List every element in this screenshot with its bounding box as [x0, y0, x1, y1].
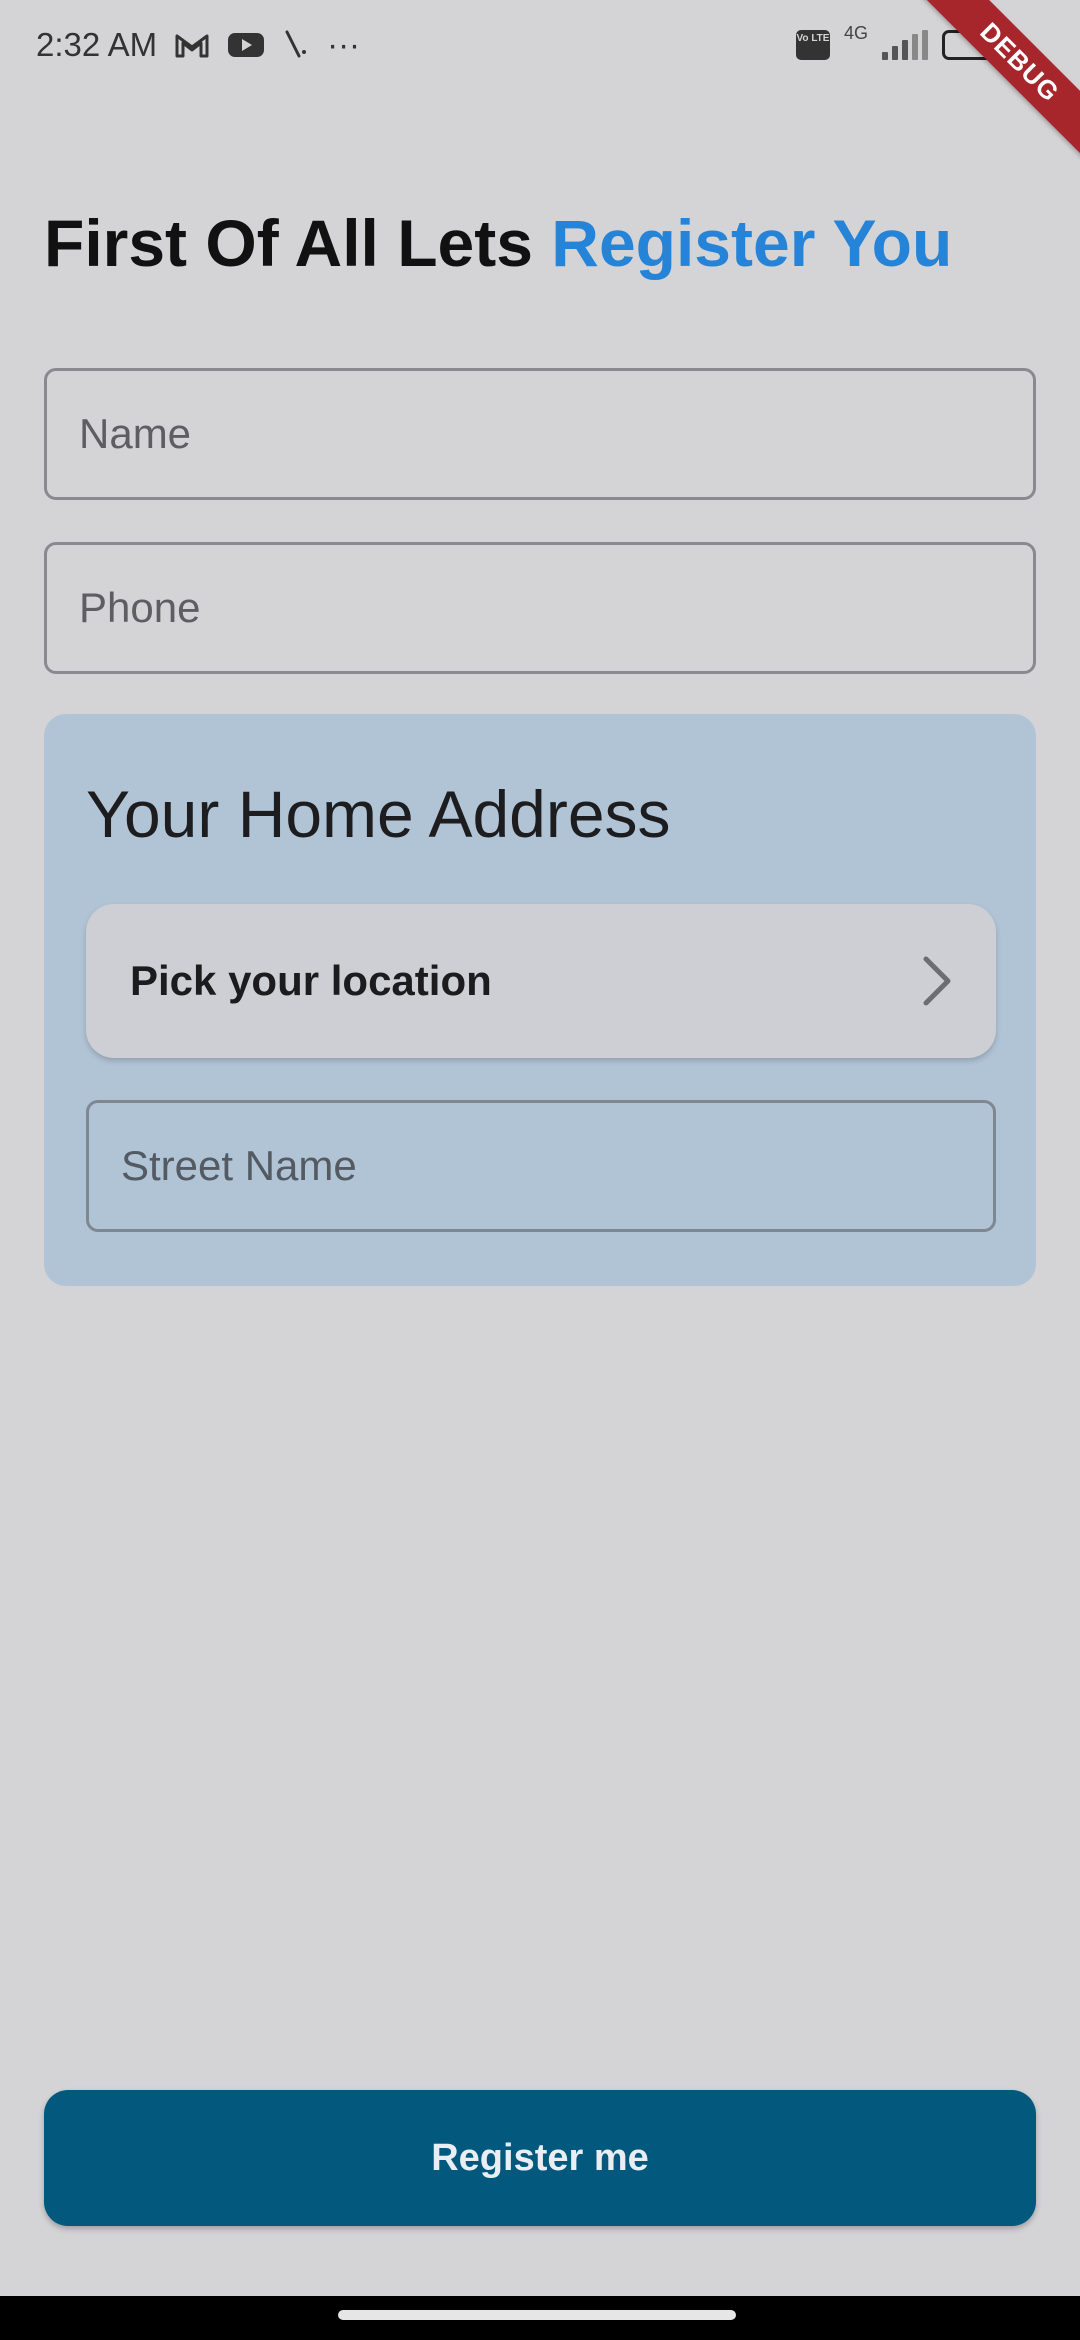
app-icon	[283, 30, 309, 60]
network-type: 4G	[843, 22, 868, 43]
name-field-placeholder: Name	[79, 410, 192, 457]
register-button-label: Register me	[431, 2136, 649, 2179]
page-title-prefix: First Of All Lets	[44, 206, 552, 280]
street-name-field[interactable]: Street Name	[86, 1100, 996, 1232]
gmail-icon	[175, 32, 209, 58]
address-title: Your Home Address	[86, 777, 671, 851]
name-field[interactable]: Name	[44, 368, 1036, 500]
navigation-bar	[0, 2296, 1080, 2340]
signal-icon	[882, 30, 928, 60]
pick-location-label: Pick your location	[130, 957, 492, 1004]
status-left: 2:32 AM ···	[36, 26, 360, 64]
address-card: Your Home Address Pick your location Str…	[44, 714, 1036, 1286]
home-indicator[interactable]	[338, 2310, 736, 2320]
chevron-right-icon	[923, 956, 951, 1006]
phone-field-placeholder: Phone	[79, 584, 201, 631]
status-time: 2:32 AM	[36, 26, 158, 63]
register-button[interactable]: Register me	[44, 2090, 1036, 2226]
phone-field[interactable]: Phone	[44, 542, 1036, 674]
volte-icon: Vo LTE	[795, 30, 830, 60]
status-bar: 2:32 AM ··· Vo LTE 4G	[0, 0, 1080, 90]
youtube-icon	[227, 31, 265, 59]
pick-location-button[interactable]: Pick your location	[86, 904, 996, 1058]
register-screen: 2:32 AM ··· Vo LTE 4G DEBUG First Of All…	[0, 0, 1080, 2340]
page-title-accent: Register You	[551, 206, 953, 280]
street-name-placeholder: Street Name	[121, 1142, 357, 1189]
more-notifications: ···	[327, 26, 361, 63]
page-title: First Of All Lets Register You	[44, 205, 952, 281]
